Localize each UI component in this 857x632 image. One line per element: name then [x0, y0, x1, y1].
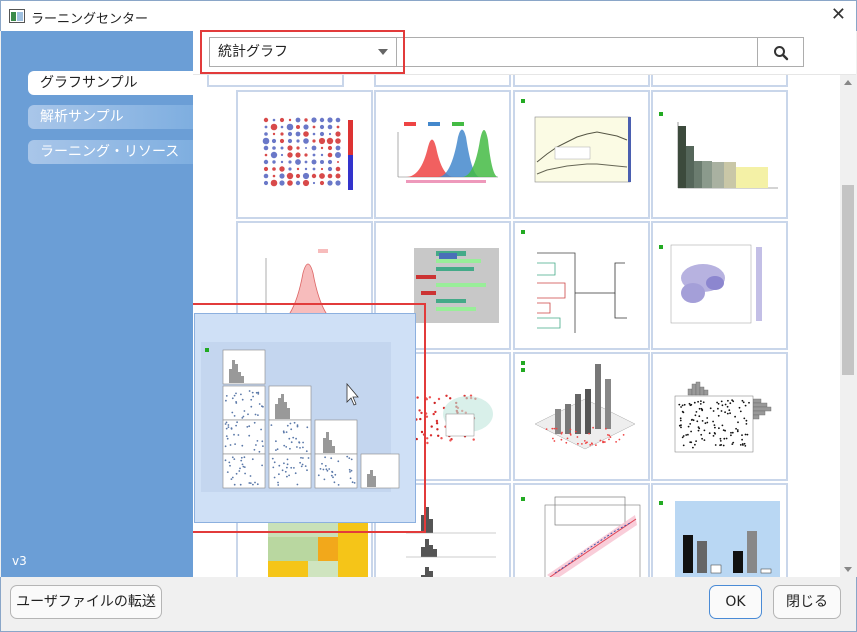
window-close-button[interactable]: ✕: [831, 5, 846, 25]
dropdown-highlight-box: [200, 30, 405, 74]
gallery-thumbnail[interactable]: [207, 75, 344, 87]
nav-analysis-samples[interactable]: 解析サンプル: [28, 105, 194, 129]
2d-density-image: [659, 244, 762, 324]
search-button[interactable]: [757, 37, 804, 67]
footer-bar: ユーザファイルの転送 OK 閉じる: [0, 577, 857, 632]
sidebar: グラフサンプル 解析サンプル ラーニング・リソース v3: [1, 31, 194, 577]
thumb-line-band[interactable]: [513, 90, 650, 219]
thumb-3d-bar[interactable]: [513, 352, 650, 481]
thumb-density-curves[interactable]: [374, 90, 511, 219]
transfer-user-files-button[interactable]: ユーザファイルの転送: [10, 585, 162, 619]
thumb-2d-density[interactable]: [651, 221, 788, 350]
probability-plot-image: [521, 496, 641, 577]
density-curves-image: [397, 122, 498, 183]
gallery-thumbnail[interactable]: [651, 75, 788, 87]
close-button[interactable]: 閉じる: [773, 585, 841, 619]
line-band-image: [521, 99, 631, 183]
scatter-matrix-image: [201, 342, 400, 492]
search-icon: [774, 46, 789, 61]
sample-gallery: [193, 75, 840, 577]
thumb-histogram[interactable]: [651, 90, 788, 219]
histogram-image: [659, 112, 778, 189]
nav-learning-resources[interactable]: ラーニング・リソース: [28, 140, 194, 164]
main-content: 統計グラフ: [193, 30, 856, 577]
drag-preview-highlight: [193, 303, 426, 533]
error-bars-image: [659, 501, 780, 577]
gallery-thumbnail[interactable]: [513, 75, 650, 87]
title-bar: ラーニングセンター ✕: [0, 0, 857, 31]
scroll-up-icon[interactable]: [844, 80, 852, 85]
correlation-matrix-image: [262, 117, 353, 190]
window-title: ラーニングセンター: [31, 12, 149, 27]
thumb-error-bars[interactable]: [651, 483, 788, 577]
app-icon: [9, 9, 25, 23]
search-input[interactable]: [397, 37, 803, 67]
vertical-scrollbar[interactable]: [840, 75, 856, 577]
scroll-down-icon[interactable]: [844, 567, 852, 572]
thumb-marginal-histograms[interactable]: [651, 352, 788, 481]
nav-graph-samples[interactable]: グラフサンプル: [28, 71, 194, 95]
marginal-histograms-image: [674, 381, 772, 453]
thumb-correlation-dot-matrix[interactable]: [236, 90, 373, 219]
gallery-thumbnail[interactable]: [374, 75, 511, 87]
dendrogram-image: [521, 230, 627, 333]
drag-preview-thumb[interactable]: [194, 313, 416, 523]
search-bar: 統計グラフ: [193, 30, 856, 75]
ok-button[interactable]: OK: [709, 585, 762, 619]
thumb-probability-plot[interactable]: [513, 483, 650, 577]
scroll-thumb[interactable]: [842, 185, 854, 375]
version-label: v3: [12, 554, 27, 568]
thumb-dendrogram[interactable]: [513, 221, 650, 350]
3d-bar-image: [521, 361, 636, 450]
